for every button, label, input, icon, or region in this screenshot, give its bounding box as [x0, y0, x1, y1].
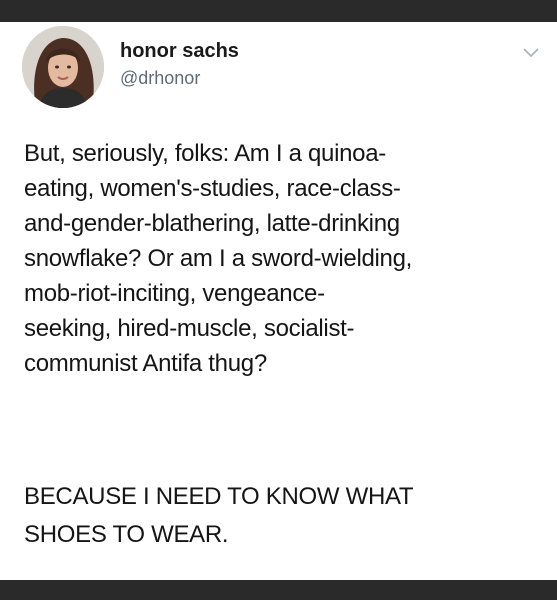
tweet-text-closing: BECAUSE I NEED TO KNOW WHAT SHOES TO WEA… — [24, 483, 414, 548]
tweet-card: honor sachs @drhonor But, seriously, fol… — [0, 22, 557, 580]
author-name[interactable]: honor sachs — [120, 40, 239, 63]
avatar-photo — [22, 26, 104, 108]
author-handle[interactable]: @drhonor — [120, 68, 200, 89]
tweet-text: But, seriously, folks: Am I a quinoa- ea… — [24, 140, 413, 377]
top-frame-bar — [0, 0, 557, 22]
bottom-frame-bar — [0, 580, 557, 600]
avatar[interactable] — [22, 26, 104, 108]
chevron-down-icon[interactable] — [521, 42, 541, 62]
